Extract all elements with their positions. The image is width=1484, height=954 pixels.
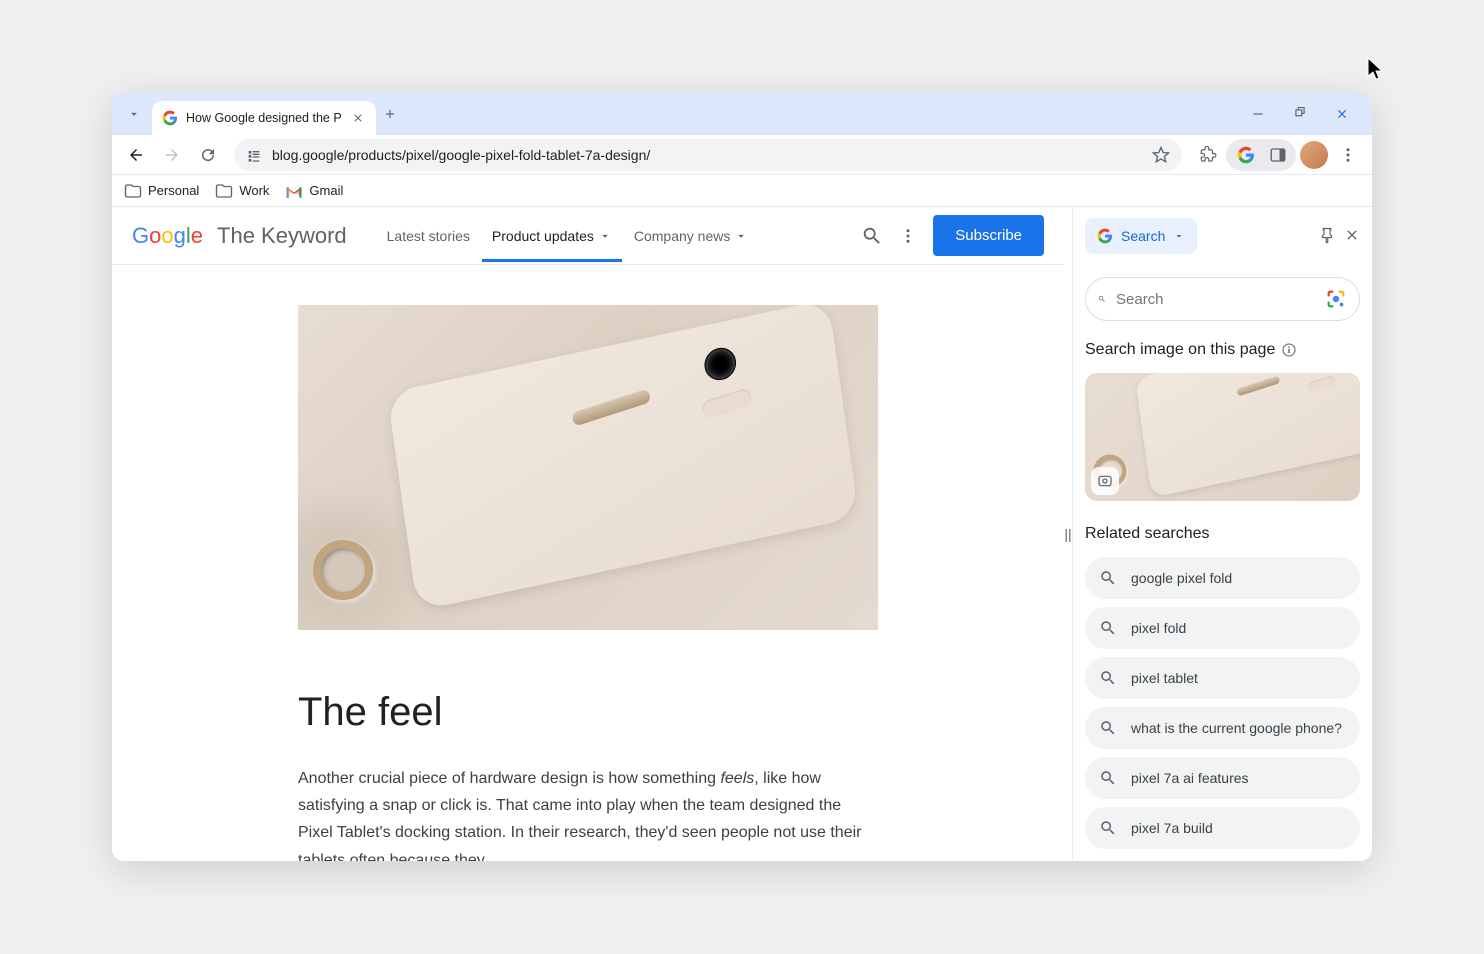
url-text: blog.google/products/pixel/google-pixel-… — [272, 147, 1142, 163]
panel-mode-chip[interactable]: Search — [1085, 218, 1197, 254]
hero-image — [298, 305, 878, 630]
bookmarks-bar: Personal Work Gmail — [112, 175, 1372, 207]
google-side-search-button[interactable] — [1230, 139, 1262, 171]
search-icon — [1099, 769, 1117, 787]
section-title-image: Search image on this page — [1085, 341, 1360, 359]
nav-product-updates[interactable]: Product updates — [492, 210, 612, 262]
new-tab-button[interactable] — [376, 100, 404, 128]
nav-latest-stories[interactable]: Latest stories — [387, 210, 470, 262]
nav-company-news[interactable]: Company news — [634, 210, 749, 262]
site-nav: Latest stories Product updates Company n… — [387, 210, 749, 262]
search-icon — [1099, 719, 1117, 737]
reload-button[interactable] — [192, 139, 224, 171]
article-paragraph: Another crucial piece of hardware design… — [298, 765, 878, 861]
toolbar: blog.google/products/pixel/google-pixel-… — [112, 135, 1372, 175]
tab-search-dropdown[interactable] — [120, 100, 148, 128]
info-icon[interactable] — [1281, 342, 1297, 358]
google-logo[interactable]: Google — [132, 223, 203, 249]
bookmark-label: Personal — [148, 183, 199, 198]
chrome-menu-icon[interactable] — [1332, 139, 1364, 171]
forward-button[interactable] — [156, 139, 188, 171]
search-icon — [1099, 669, 1117, 687]
content-area: Google The Keyword Latest stories Produc… — [112, 207, 1372, 861]
close-window-button[interactable] — [1330, 102, 1354, 126]
related-search-item[interactable]: pixel 7a ai features — [1085, 757, 1360, 799]
bookmark-star-icon[interactable] — [1152, 146, 1170, 164]
subscribe-button[interactable]: Subscribe — [933, 215, 1044, 256]
bookmark-label: Gmail — [309, 183, 343, 198]
side-panel: Search Search image on this page — [1072, 207, 1372, 861]
search-icon — [1098, 290, 1106, 308]
side-panel-icon[interactable] — [1264, 139, 1292, 171]
back-button[interactable] — [120, 139, 152, 171]
related-search-item[interactable]: pixel fold — [1085, 607, 1360, 649]
bookmark-work[interactable]: Work — [215, 182, 269, 200]
google-favicon-icon — [162, 110, 178, 126]
related-search-item[interactable]: what is the current google phone? — [1085, 707, 1360, 749]
extensions-icon[interactable] — [1192, 139, 1224, 171]
site-header: Google The Keyword Latest stories Produc… — [112, 207, 1064, 265]
panel-body: Search image on this page Related search… — [1073, 265, 1372, 861]
search-icon — [1099, 819, 1117, 837]
search-icon — [1099, 619, 1117, 637]
site-search-icon[interactable] — [861, 225, 883, 247]
bookmark-gmail[interactable]: Gmail — [285, 183, 343, 198]
article-heading: The feel — [298, 690, 878, 735]
bookmark-label: Work — [239, 183, 269, 198]
page-image-thumbnail[interactable] — [1085, 373, 1360, 501]
main-page[interactable]: Google The Keyword Latest stories Produc… — [112, 207, 1064, 861]
google-lens-icon[interactable] — [1325, 288, 1347, 310]
site-menu-icon[interactable] — [899, 227, 917, 245]
panel-search-input[interactable] — [1116, 291, 1315, 308]
related-search-item[interactable]: google pixel fold — [1085, 557, 1360, 599]
pin-icon[interactable] — [1318, 227, 1336, 245]
site-info-icon[interactable] — [246, 147, 262, 163]
maximize-button[interactable] — [1288, 102, 1312, 126]
browser-window: How Google designed the P blog.google/pr… — [112, 93, 1372, 861]
panel-header: Search — [1073, 207, 1372, 265]
gmail-icon — [285, 184, 303, 198]
search-icon — [1099, 569, 1117, 587]
tab-title: How Google designed the P — [186, 111, 342, 125]
tab-strip: How Google designed the P — [112, 93, 1372, 135]
tab-close-icon[interactable] — [350, 110, 366, 126]
panel-resize-handle[interactable]: || — [1064, 207, 1072, 861]
minimize-button[interactable] — [1246, 102, 1270, 126]
panel-search-box[interactable] — [1085, 277, 1360, 321]
side-panel-toggle-group — [1226, 139, 1296, 171]
close-panel-icon[interactable] — [1344, 227, 1360, 245]
address-bar[interactable]: blog.google/products/pixel/google-pixel-… — [234, 139, 1182, 171]
related-search-item[interactable]: pixel 7a build — [1085, 807, 1360, 849]
article: The feel Another crucial piece of hardwa… — [298, 265, 878, 861]
related-search-item[interactable]: pixel tablet — [1085, 657, 1360, 699]
bookmark-personal[interactable]: Personal — [124, 182, 199, 200]
folder-icon — [124, 182, 142, 200]
site-title[interactable]: The Keyword — [217, 223, 347, 249]
browser-tab[interactable]: How Google designed the P — [152, 101, 376, 135]
folder-icon — [215, 182, 233, 200]
lens-search-icon[interactable] — [1091, 467, 1119, 495]
section-title-related: Related searches — [1085, 525, 1360, 543]
profile-avatar[interactable] — [1298, 139, 1330, 171]
